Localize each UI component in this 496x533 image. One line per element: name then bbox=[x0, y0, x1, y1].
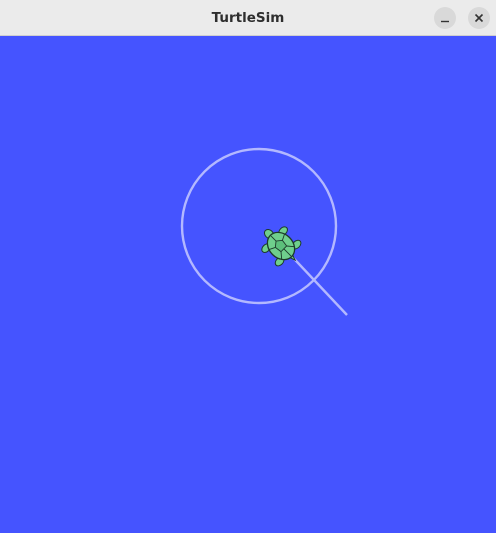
window-title: TurtleSim bbox=[211, 10, 285, 26]
close-icon bbox=[474, 13, 484, 23]
turtlesim-window: TurtleSim bbox=[0, 0, 496, 533]
turtle-canvas[interactable] bbox=[0, 36, 496, 533]
close-button[interactable] bbox=[468, 7, 490, 29]
minimize-button[interactable] bbox=[434, 7, 456, 29]
title-bar[interactable]: TurtleSim bbox=[0, 0, 496, 36]
minimize-icon bbox=[441, 20, 449, 23]
canvas-background bbox=[0, 36, 496, 533]
